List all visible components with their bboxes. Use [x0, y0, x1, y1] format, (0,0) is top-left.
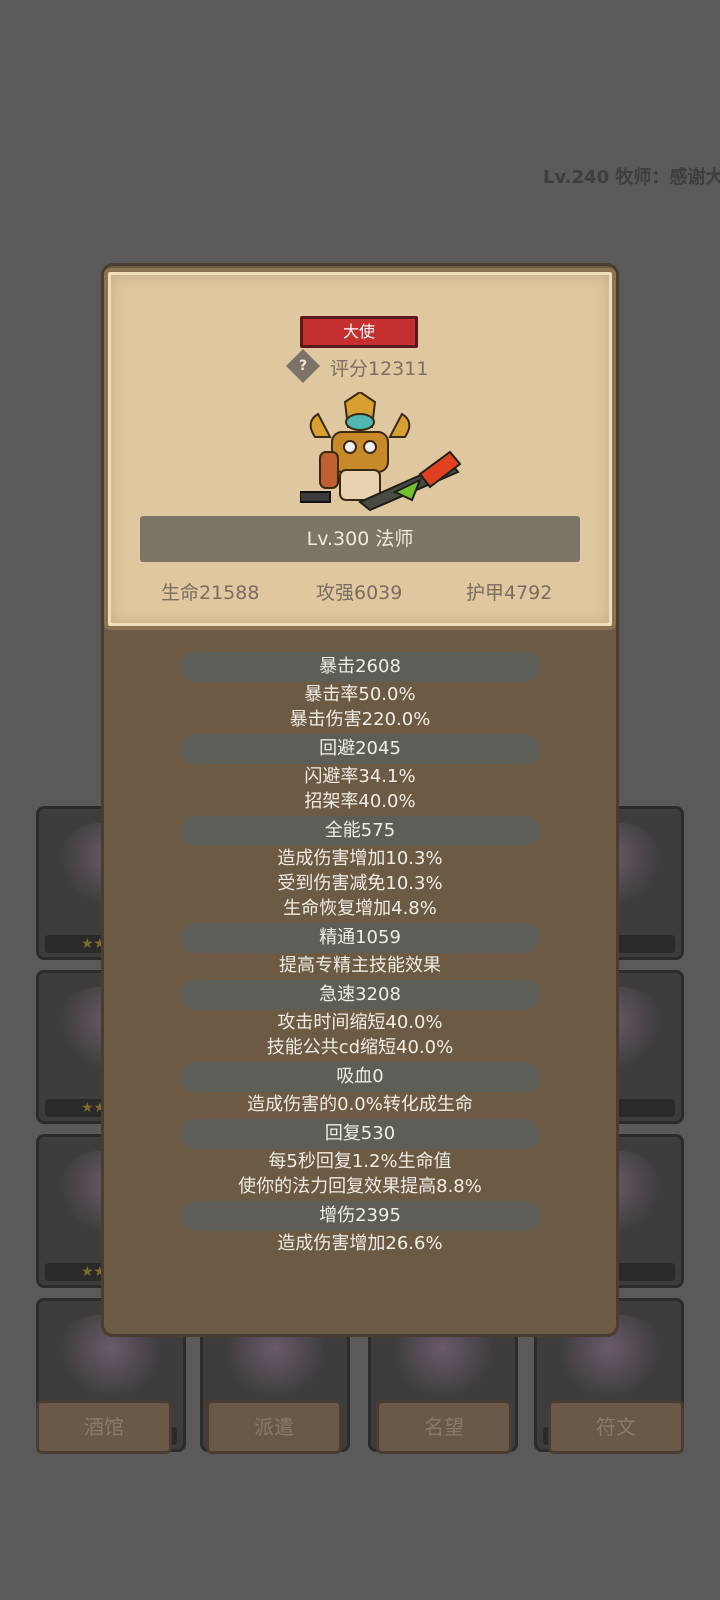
stat-line: 造成伤害的0.0%转化成生命: [247, 1094, 473, 1115]
stat-list: 暴击2608 暴击率50.0% 暴击伤害220.0% 回避2045 闪避率34.…: [104, 650, 616, 1256]
hp-stat: 生命21588: [161, 582, 260, 604]
dispatch-plaque[interactable]: 派遣: [206, 1400, 342, 1454]
attack-power-stat: 攻强6039: [316, 582, 403, 604]
stat-line: 技能公共cd缩短40.0%: [266, 1037, 454, 1058]
fame-plaque[interactable]: 名望: [376, 1400, 512, 1454]
stat-line: 暴击伤害220.0%: [289, 709, 431, 730]
stat-line: 闪避率34.1%: [304, 766, 416, 787]
stat-line: 生命恢复增加4.8%: [283, 898, 437, 919]
rank-badge: 大使: [300, 316, 418, 348]
stat-header-haste: 急速3208: [180, 980, 540, 1010]
stat-header-damage-bonus: 增伤2395: [180, 1201, 540, 1231]
stat-line: 造成伤害增加10.3%: [277, 848, 443, 869]
stat-line: 造成伤害增加26.6%: [277, 1233, 443, 1254]
hero-portrait: [300, 392, 462, 512]
player-info: Lv.240 牧师：感谢大: [543, 167, 720, 188]
help-icon[interactable]: ?: [286, 349, 320, 383]
stat-line: 使你的法力回复效果提高8.8%: [238, 1176, 482, 1197]
tavern-plaque[interactable]: 酒馆: [36, 1400, 172, 1454]
stat-header-versatility: 全能575: [180, 816, 540, 846]
hero-level-class: Lv.300 法师: [140, 516, 580, 562]
stat-header-crit: 暴击2608: [180, 652, 540, 682]
stat-header-lifesteal: 吸血0: [180, 1062, 540, 1092]
stat-line: 提高专精主技能效果: [279, 955, 441, 976]
hero-score: 评分12311: [330, 358, 429, 380]
stat-line: 受到伤害减免10.3%: [277, 873, 443, 894]
stat-line: 攻击时间缩短40.0%: [277, 1012, 443, 1033]
stat-header-mastery: 精通1059: [180, 923, 540, 953]
stat-line: 招架率40.0%: [304, 791, 416, 812]
armor-stat: 护甲4792: [466, 582, 553, 604]
stat-line: 暴击率50.0%: [304, 684, 416, 705]
stat-line: 每5秒回复1.2%生命值: [268, 1151, 452, 1172]
rune-plaque[interactable]: 符文: [548, 1400, 684, 1454]
stat-header-regen: 回复530: [180, 1119, 540, 1149]
stat-header-avoidance: 回避2045: [180, 734, 540, 764]
